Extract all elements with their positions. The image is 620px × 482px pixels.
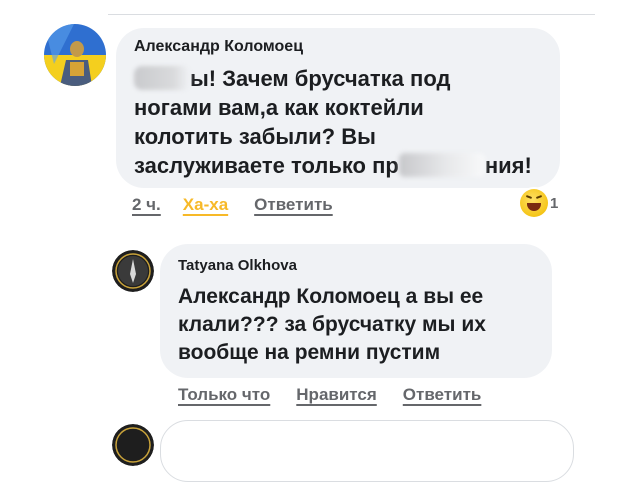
avatar-image bbox=[44, 24, 106, 86]
blurred-word bbox=[398, 153, 485, 177]
comment-actions: Только что Нравится Ответить bbox=[178, 385, 481, 405]
avatar-image bbox=[112, 250, 154, 292]
comment-text: Александр Коломоец а вы ее клали??? за б… bbox=[178, 285, 486, 364]
comment-author[interactable]: Александр Коломоец bbox=[134, 38, 303, 56]
reaction-count: 1 bbox=[550, 194, 559, 212]
reaction-summary[interactable]: 1 bbox=[520, 189, 558, 217]
comment-input-box[interactable] bbox=[160, 420, 574, 482]
comment-timestamp[interactable]: Только что bbox=[178, 385, 270, 405]
avatar-current-user bbox=[112, 424, 154, 466]
like-button[interactable]: Нравится bbox=[296, 385, 377, 405]
avatar-aleksandr[interactable] bbox=[44, 24, 106, 86]
comment-actions: 2 ч. Ха-ха Ответить bbox=[132, 195, 333, 215]
comment-timestamp[interactable]: 2 ч. bbox=[132, 195, 161, 215]
comment-author[interactable]: Tatyana Olkhova bbox=[178, 257, 297, 274]
reply-button[interactable]: Ответить bbox=[403, 385, 482, 405]
reply-button[interactable]: Ответить bbox=[254, 195, 333, 215]
avatar-image bbox=[112, 424, 154, 466]
comment-text: ы! Зачем брусчатка под ногами вам,а как … bbox=[134, 66, 532, 178]
laugh-emoji-icon bbox=[520, 189, 548, 217]
haha-reaction-button[interactable]: Ха-ха bbox=[183, 195, 228, 215]
blurred-word bbox=[134, 66, 190, 90]
avatar-tatyana[interactable] bbox=[112, 250, 154, 292]
top-divider bbox=[108, 14, 595, 15]
